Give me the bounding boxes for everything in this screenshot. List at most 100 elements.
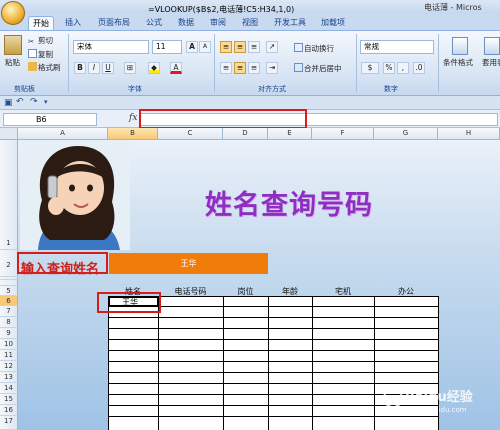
row-header-14[interactable]: 14 — [0, 383, 18, 394]
table-format-button[interactable]: 套用表格格式 — [482, 58, 500, 68]
currency-icon: $ — [367, 63, 373, 72]
paste-button[interactable]: 粘贴 — [5, 58, 20, 68]
column-header-f[interactable]: F — [312, 128, 374, 140]
row-header-10[interactable]: 10 — [0, 339, 18, 350]
format-painter-button[interactable]: 格式刷 — [28, 62, 61, 73]
column-header-b[interactable]: B — [108, 128, 158, 140]
cut-label: 剪切 — [38, 36, 53, 45]
row-header-1[interactable]: 1 — [0, 140, 18, 250]
font-group-label: 字体 — [128, 85, 142, 93]
redo-icon[interactable]: ↷ — [30, 97, 38, 107]
column-header-c[interactable]: C — [158, 128, 223, 140]
row-header-7[interactable]: 7 — [0, 306, 18, 317]
baidu-logo — [383, 388, 403, 408]
conditional-format-icon[interactable] — [452, 37, 468, 55]
row-header-6[interactable]: 6 — [0, 296, 18, 306]
watermark-text: Baidu经验 — [405, 390, 473, 405]
column-header-e[interactable]: E — [268, 128, 312, 140]
office-button[interactable] — [1, 1, 25, 25]
font-name-select[interactable]: 宋体 — [73, 40, 149, 54]
tab-view[interactable]: 视图 — [238, 16, 262, 30]
tab-developer[interactable]: 开发工具 — [272, 16, 308, 30]
align-left-button[interactable]: ≡ — [220, 62, 232, 74]
align-top-button[interactable]: ≡ — [220, 41, 232, 53]
page-banner-title: 姓名查询号码 — [205, 190, 373, 221]
row-header-8[interactable]: 8 — [0, 317, 18, 328]
ribbon: 粘贴 ✂ 剪切 复制 格式刷 剪贴板 宋体 11 A A B I U ⊞ ◆ A … — [0, 30, 500, 96]
prompt-highlight-box — [17, 252, 108, 274]
align-middle-icon: ≡ — [236, 42, 244, 51]
column-header-d[interactable]: D — [223, 128, 268, 140]
column-header-g[interactable]: G — [374, 128, 438, 140]
grid-line — [108, 383, 439, 384]
tab-data[interactable]: 数据 — [174, 16, 198, 30]
align-left-icon: ≡ — [222, 63, 230, 72]
currency-button[interactable]: $ — [361, 62, 379, 74]
tab-insert[interactable]: 插入 — [60, 16, 86, 30]
row-header-15[interactable]: 15 — [0, 394, 18, 405]
align-middle-button[interactable]: ≡ — [234, 41, 246, 53]
row-header-9[interactable]: 9 — [0, 328, 18, 339]
tab-addins[interactable]: 加载项 — [318, 16, 348, 30]
orientation-button[interactable]: ↗ — [266, 41, 278, 53]
row-header-12[interactable]: 12 — [0, 361, 18, 372]
tab-formulas[interactable]: 公式 — [142, 16, 166, 30]
fill-color-button[interactable]: ◆ — [148, 62, 160, 74]
column-header-a[interactable]: A — [18, 128, 108, 140]
wrap-text-button[interactable]: 自动换行 — [294, 43, 334, 54]
fx-icon[interactable]: fx — [129, 113, 137, 123]
column-header-h[interactable]: H — [438, 128, 500, 140]
row-header-2[interactable]: 2 — [0, 250, 18, 277]
clipboard-group-label: 剪贴板 — [14, 85, 35, 93]
row-header-17[interactable]: 17 — [0, 416, 18, 430]
copy-button[interactable]: 复制 — [28, 49, 53, 60]
comma-button[interactable]: , — [397, 62, 409, 74]
indent-button[interactable]: ⇥ — [266, 62, 278, 74]
row-header-13[interactable]: 13 — [0, 372, 18, 383]
align-right-icon: ≡ — [250, 63, 258, 72]
formula-text: =VLOOKUP($B$2,电话薄!C5:H34,1,0) — [148, 5, 295, 14]
number-format-select[interactable]: 常规 — [360, 40, 434, 54]
align-right-button[interactable]: ≡ — [248, 62, 260, 74]
query-name-cell[interactable]: 王华 — [109, 253, 268, 274]
brush-icon — [28, 62, 37, 71]
increase-decimal-button[interactable]: .0 — [413, 62, 425, 74]
watermark-url: jingyan.baidu.com — [402, 406, 467, 414]
font-color-button[interactable]: A — [170, 62, 182, 74]
merge-center-button[interactable]: 合并后居中 — [294, 63, 342, 74]
bold-button[interactable]: B — [74, 62, 86, 74]
shrink-font-button[interactable]: A — [199, 41, 211, 53]
alignment-group-label: 对齐方式 — [258, 85, 286, 93]
align-center-button[interactable]: ≡ — [234, 62, 246, 74]
paste-icon[interactable] — [4, 35, 22, 55]
row-header-16[interactable]: 16 — [0, 405, 18, 416]
format-painter-label: 格式刷 — [38, 63, 61, 72]
query-name-value: 王华 — [180, 259, 197, 268]
tab-home[interactable]: 开始 — [28, 16, 54, 30]
underline-button[interactable]: U — [102, 62, 114, 74]
percent-button[interactable]: % — [383, 62, 395, 74]
row-header-11[interactable]: 11 — [0, 350, 18, 361]
quick-access-toolbar: ▣ ↶ ↷ ▾ — [0, 96, 500, 110]
result-highlight-box — [97, 292, 161, 313]
align-top-icon: ≡ — [222, 42, 230, 51]
window-title: 电话薄 - Micros — [424, 3, 482, 12]
borders-button[interactable]: ⊞ — [124, 62, 136, 74]
customize-qat-icon[interactable]: ▾ — [44, 98, 48, 106]
grow-font-button[interactable]: A — [186, 41, 198, 53]
cut-button[interactable]: ✂ 剪切 — [28, 36, 53, 46]
orientation-icon: ↗ — [268, 42, 276, 51]
select-all-corner[interactable] — [0, 128, 18, 140]
row-header-5[interactable]: 5 — [0, 286, 18, 296]
align-bottom-button[interactable]: ≡ — [248, 41, 260, 53]
name-box[interactable]: B6 — [3, 113, 97, 126]
group-separator — [68, 34, 69, 92]
save-icon[interactable]: ▣ — [4, 98, 13, 108]
tab-page-layout[interactable]: 页面布局 — [94, 16, 134, 30]
tab-review[interactable]: 审阅 — [206, 16, 230, 30]
conditional-format-button[interactable]: 条件格式 — [443, 58, 473, 68]
italic-button[interactable]: I — [88, 62, 100, 74]
font-size-select[interactable]: 11 — [152, 40, 182, 54]
undo-icon[interactable]: ↶ — [16, 97, 24, 107]
table-format-icon[interactable] — [484, 37, 500, 55]
